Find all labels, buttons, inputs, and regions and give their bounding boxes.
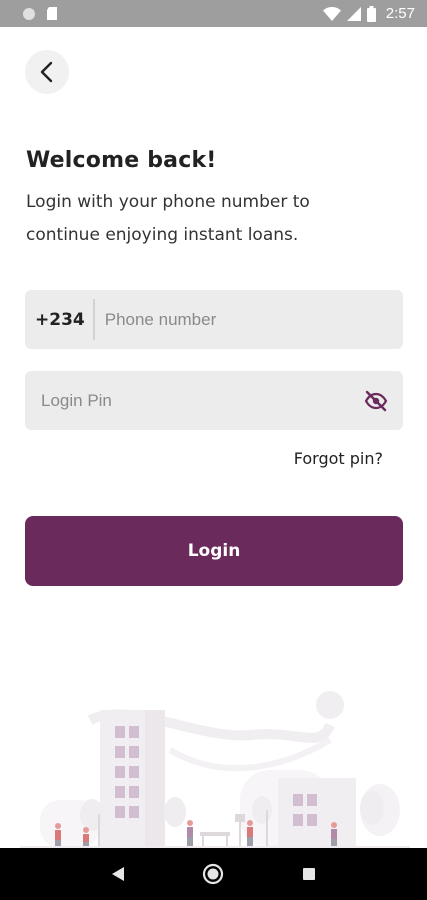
login-pin-field: [25, 371, 403, 430]
page-title: Welcome back!: [26, 148, 217, 173]
system-nav-bar: [0, 848, 427, 900]
back-triangle-icon: [111, 867, 124, 881]
status-left: [22, 6, 58, 21]
cell-signal-icon: [346, 6, 361, 21]
login-button[interactable]: Login: [25, 516, 403, 586]
person-2: [83, 827, 89, 848]
phone-number-field: +234: [25, 290, 403, 349]
city-illustration: [20, 691, 410, 848]
forgot-pin-link[interactable]: Forgot pin?: [294, 449, 383, 468]
home-circle-icon: [203, 863, 224, 885]
circle-indicator-icon: [23, 7, 35, 20]
status-time: 2:57: [385, 5, 415, 22]
nav-back-button[interactable]: [103, 859, 133, 889]
eye-off-icon: [364, 390, 388, 411]
phone-number-input[interactable]: [104, 299, 365, 340]
building-left: [100, 710, 165, 848]
wifi-icon: [322, 6, 341, 21]
chevron-left-icon: [40, 61, 53, 83]
sd-card-icon: [47, 7, 57, 20]
country-code[interactable]: +234: [25, 299, 95, 340]
person-1: [55, 823, 61, 848]
nav-recents-button[interactable]: [294, 859, 324, 889]
pin-visibility-toggle[interactable]: [363, 388, 389, 414]
page-subtitle: Login with your phone number to continue…: [26, 186, 406, 252]
status-right: 2:57: [322, 5, 415, 22]
person-3: [187, 820, 193, 846]
building-right: [278, 778, 356, 848]
nav-home-button[interactable]: [198, 859, 228, 889]
recents-square-icon: [303, 868, 316, 880]
person-4: [247, 820, 253, 846]
subtitle-line-2: continue enjoying instant loans.: [26, 225, 299, 245]
battery-icon: [366, 5, 376, 22]
back-button[interactable]: [25, 50, 69, 94]
person-5: [331, 822, 337, 847]
status-bar: 2:57: [0, 0, 427, 27]
subtitle-line-1: Login with your phone number to: [26, 192, 310, 212]
login-pin-input[interactable]: [41, 380, 321, 421]
